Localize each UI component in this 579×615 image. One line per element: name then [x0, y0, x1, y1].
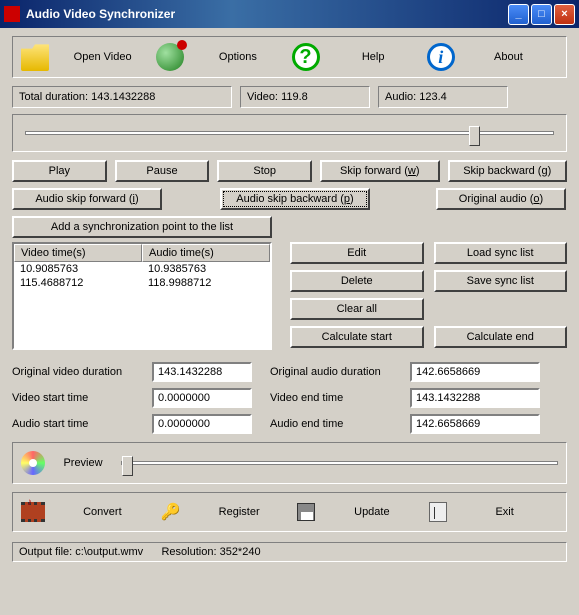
resolution-label: Resolution: — [161, 546, 216, 558]
key-icon: 🔑 — [160, 501, 182, 523]
cell-audio-time: 10.9385763 — [142, 262, 270, 276]
help-button[interactable]: Help — [324, 51, 423, 63]
globe-icon[interactable] — [156, 43, 184, 71]
orig-audio-dur-label: Original audio duration — [270, 366, 400, 378]
video-start-label: Video start time — [12, 392, 142, 404]
bottom-toolbar: Convert 🔑 Register Update Exit — [12, 492, 567, 532]
total-duration-box: Total duration: 143.1432288 — [12, 86, 232, 108]
skip-backward-button[interactable]: Skip backward (g) — [448, 160, 567, 182]
total-duration-label: Total duration: — [19, 91, 88, 103]
audio-end-label: Audio end time — [270, 418, 400, 430]
output-file-label: Output file: — [19, 546, 72, 558]
close-button[interactable]: × — [554, 4, 575, 25]
col-video-time[interactable]: Video time(s) — [14, 244, 142, 262]
video-end-label: Video end time — [270, 392, 400, 404]
door-icon — [429, 502, 447, 522]
preview-bar: Preview — [12, 442, 567, 484]
orig-video-dur-label: Original video duration — [12, 366, 142, 378]
titlebar: Audio Video Synchronizer _ □ × — [0, 0, 579, 28]
info-icon[interactable]: i — [427, 43, 455, 71]
exit-button[interactable]: Exit — [451, 506, 558, 518]
cd-icon — [21, 451, 45, 475]
original-audio-button[interactable]: Original audio (o) — [436, 188, 566, 210]
open-video-button[interactable]: Open Video — [53, 51, 152, 63]
audio-skip-backward-button[interactable]: Audio skip backward (p) — [220, 188, 370, 210]
cell-video-time: 10.9085763 — [14, 262, 142, 276]
add-sync-point-button[interactable]: Add a synchronization point to the list — [12, 216, 272, 238]
delete-button[interactable]: Delete — [290, 270, 424, 292]
save-sync-button[interactable]: Save sync list — [434, 270, 568, 292]
orig-video-dur-input[interactable] — [152, 362, 252, 382]
convert-button[interactable]: Convert — [49, 506, 156, 518]
calculate-start-button[interactable]: Calculate start — [290, 326, 424, 348]
orig-audio-dur-input[interactable] — [410, 362, 540, 382]
output-file-value: c:\output.wmv — [75, 546, 143, 558]
play-button[interactable]: Play — [12, 160, 107, 182]
cell-audio-time: 118.9988712 — [142, 276, 270, 290]
clear-all-button[interactable]: Clear all — [290, 298, 424, 320]
app-icon — [4, 6, 20, 22]
sync-list-header: Video time(s) Audio time(s) — [14, 244, 270, 262]
preview-slider-thumb[interactable] — [122, 456, 133, 476]
window-title: Audio Video Synchronizer — [26, 7, 506, 21]
maximize-button[interactable]: □ — [531, 4, 552, 25]
audio-duration-label: Audio: — [385, 91, 416, 103]
folder-icon[interactable] — [21, 43, 49, 71]
audio-end-input[interactable] — [410, 414, 540, 434]
cell-video-time: 115.4688712 — [14, 276, 142, 290]
pause-button[interactable]: Pause — [115, 160, 210, 182]
stop-button[interactable]: Stop — [217, 160, 312, 182]
total-duration-value: 143.1432288 — [91, 91, 155, 103]
position-slider[interactable] — [25, 131, 554, 135]
load-sync-button[interactable]: Load sync list — [434, 242, 568, 264]
register-button[interactable]: Register — [186, 506, 293, 518]
video-duration-box: Video: 119.8 — [240, 86, 370, 108]
table-row[interactable]: 10.908576310.9385763 — [14, 262, 270, 276]
video-duration-value: 119.8 — [281, 91, 308, 103]
audio-duration-value: 123.4 — [419, 91, 447, 103]
calculate-end-button[interactable]: Calculate end — [434, 326, 568, 348]
position-slider-box — [12, 114, 567, 152]
audio-start-label: Audio start time — [12, 418, 142, 430]
edit-button[interactable]: Edit — [290, 242, 424, 264]
audio-start-input[interactable] — [152, 414, 252, 434]
video-duration-label: Video: — [247, 91, 278, 103]
slider-thumb[interactable] — [469, 126, 480, 146]
col-audio-time[interactable]: Audio time(s) — [142, 244, 270, 262]
status-bar: Output file: c:\output.wmv Resolution: 3… — [12, 542, 567, 562]
audio-skip-forward-button[interactable]: Audio skip forward (i) — [12, 188, 162, 210]
audio-duration-box: Audio: 123.4 — [378, 86, 508, 108]
video-start-input[interactable] — [152, 388, 252, 408]
film-icon — [21, 502, 45, 522]
resolution-value: 352*240 — [220, 546, 261, 558]
app-window: Audio Video Synchronizer _ □ × Open Vide… — [0, 0, 579, 615]
video-end-input[interactable] — [410, 388, 540, 408]
minimize-button[interactable]: _ — [508, 4, 529, 25]
about-button[interactable]: About — [459, 51, 558, 63]
preview-label[interactable]: Preview — [53, 457, 113, 469]
preview-slider[interactable] — [121, 461, 558, 465]
sync-list[interactable]: Video time(s) Audio time(s) 10.908576310… — [12, 242, 272, 350]
main-toolbar: Open Video Options ? Help i About — [12, 36, 567, 78]
floppy-icon — [297, 503, 315, 521]
options-button[interactable]: Options — [188, 51, 287, 63]
skip-forward-button[interactable]: Skip forward (w) — [320, 160, 439, 182]
table-row[interactable]: 115.4688712118.9988712 — [14, 276, 270, 290]
help-icon[interactable]: ? — [292, 43, 320, 71]
update-button[interactable]: Update — [319, 506, 426, 518]
